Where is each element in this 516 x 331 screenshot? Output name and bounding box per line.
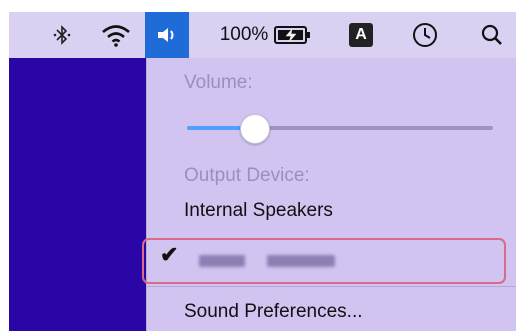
volume-slider[interactable] [187,114,493,144]
bluetooth-glyph [53,25,71,45]
battery-status[interactable]: 100% [209,12,323,58]
screen: 100% A Volume: Output Device: Internal S… [9,12,516,331]
output-device-label: Output Device: [184,165,310,186]
magnifier-glyph [481,24,502,45]
wifi-icon[interactable] [97,12,135,58]
clock-icon[interactable] [407,12,443,58]
input-source-badge: A [349,23,373,47]
battery-percent: 100% [219,24,269,45]
device-internal-speakers[interactable]: Internal Speakers [184,200,333,222]
speaker-icon [158,28,174,42]
device-connected-headphones[interactable] [177,243,497,277]
clock-glyph [413,23,437,47]
volume-label: Volume: [184,72,253,93]
battery-charging-icon [274,26,311,44]
bluetooth-icon[interactable] [49,12,75,58]
menu-bar: 100% A [9,12,516,58]
obscured-device-name-part2 [267,255,335,267]
volume-dropdown-menu: Volume: Output Device: Internal Speakers… [142,58,516,331]
sound-preferences-item[interactable]: Sound Preferences... [184,301,363,323]
menu-separator [147,286,516,287]
volume-menu-button[interactable] [145,12,189,58]
wifi-glyph [102,25,130,47]
checkmark-icon: ✔ [160,242,179,267]
search-icon[interactable] [475,12,509,58]
obscured-device-name-part1 [199,255,245,267]
input-source-menu[interactable]: A [343,12,379,58]
volume-slider-knob[interactable] [240,114,271,144]
